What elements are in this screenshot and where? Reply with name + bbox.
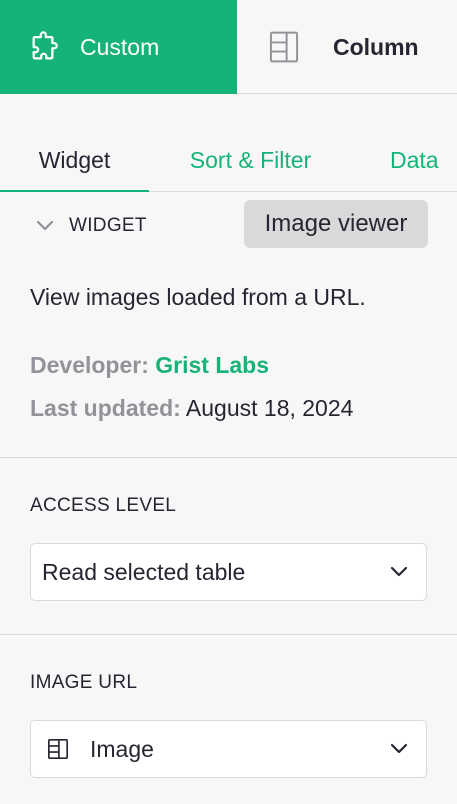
panel-top-tabs: Custom Column <box>0 0 457 94</box>
access-level-label: ACCESS LEVEL <box>30 495 177 516</box>
developer-row: Developer: Grist Labs <box>30 352 269 379</box>
chevron-down-icon[interactable] <box>30 211 60 241</box>
widget-description: View images loaded from a URL. <box>30 284 366 310</box>
image-url-label: IMAGE URL <box>30 672 138 693</box>
column-icon <box>46 737 70 761</box>
last-updated-value: August 18, 2024 <box>185 395 354 421</box>
image-url-select[interactable]: Image <box>30 720 427 778</box>
column-icon <box>268 30 300 64</box>
developer-label: Developer: <box>30 352 149 378</box>
last-updated-label: Last updated: <box>30 395 181 421</box>
tab-column[interactable]: Column <box>237 0 457 94</box>
section-tabs: Widget Sort & Filter Data <box>0 130 457 192</box>
access-level-value: Read selected table <box>42 558 246 585</box>
tab-data[interactable]: Data <box>352 130 457 191</box>
tab-column-label: Column <box>333 33 419 60</box>
widget-section-title: WIDGET <box>69 215 147 236</box>
chevron-down-icon <box>390 566 408 578</box>
access-level-select[interactable]: Read selected table <box>30 543 427 601</box>
last-updated-row: Last updated: August 18, 2024 <box>30 395 353 422</box>
image-url-value: Image <box>90 735 154 762</box>
divider <box>0 634 457 635</box>
developer-link[interactable]: Grist Labs <box>155 352 269 378</box>
tab-widget[interactable]: Widget <box>0 130 149 192</box>
divider <box>0 457 457 458</box>
tab-sort-filter[interactable]: Sort & Filter <box>149 130 352 191</box>
selected-widget-badge[interactable]: Image viewer <box>244 200 428 248</box>
puzzle-icon <box>28 30 62 64</box>
tab-custom-label: Custom <box>80 33 160 60</box>
chevron-down-icon <box>390 743 408 755</box>
tab-custom[interactable]: Custom <box>0 0 237 94</box>
